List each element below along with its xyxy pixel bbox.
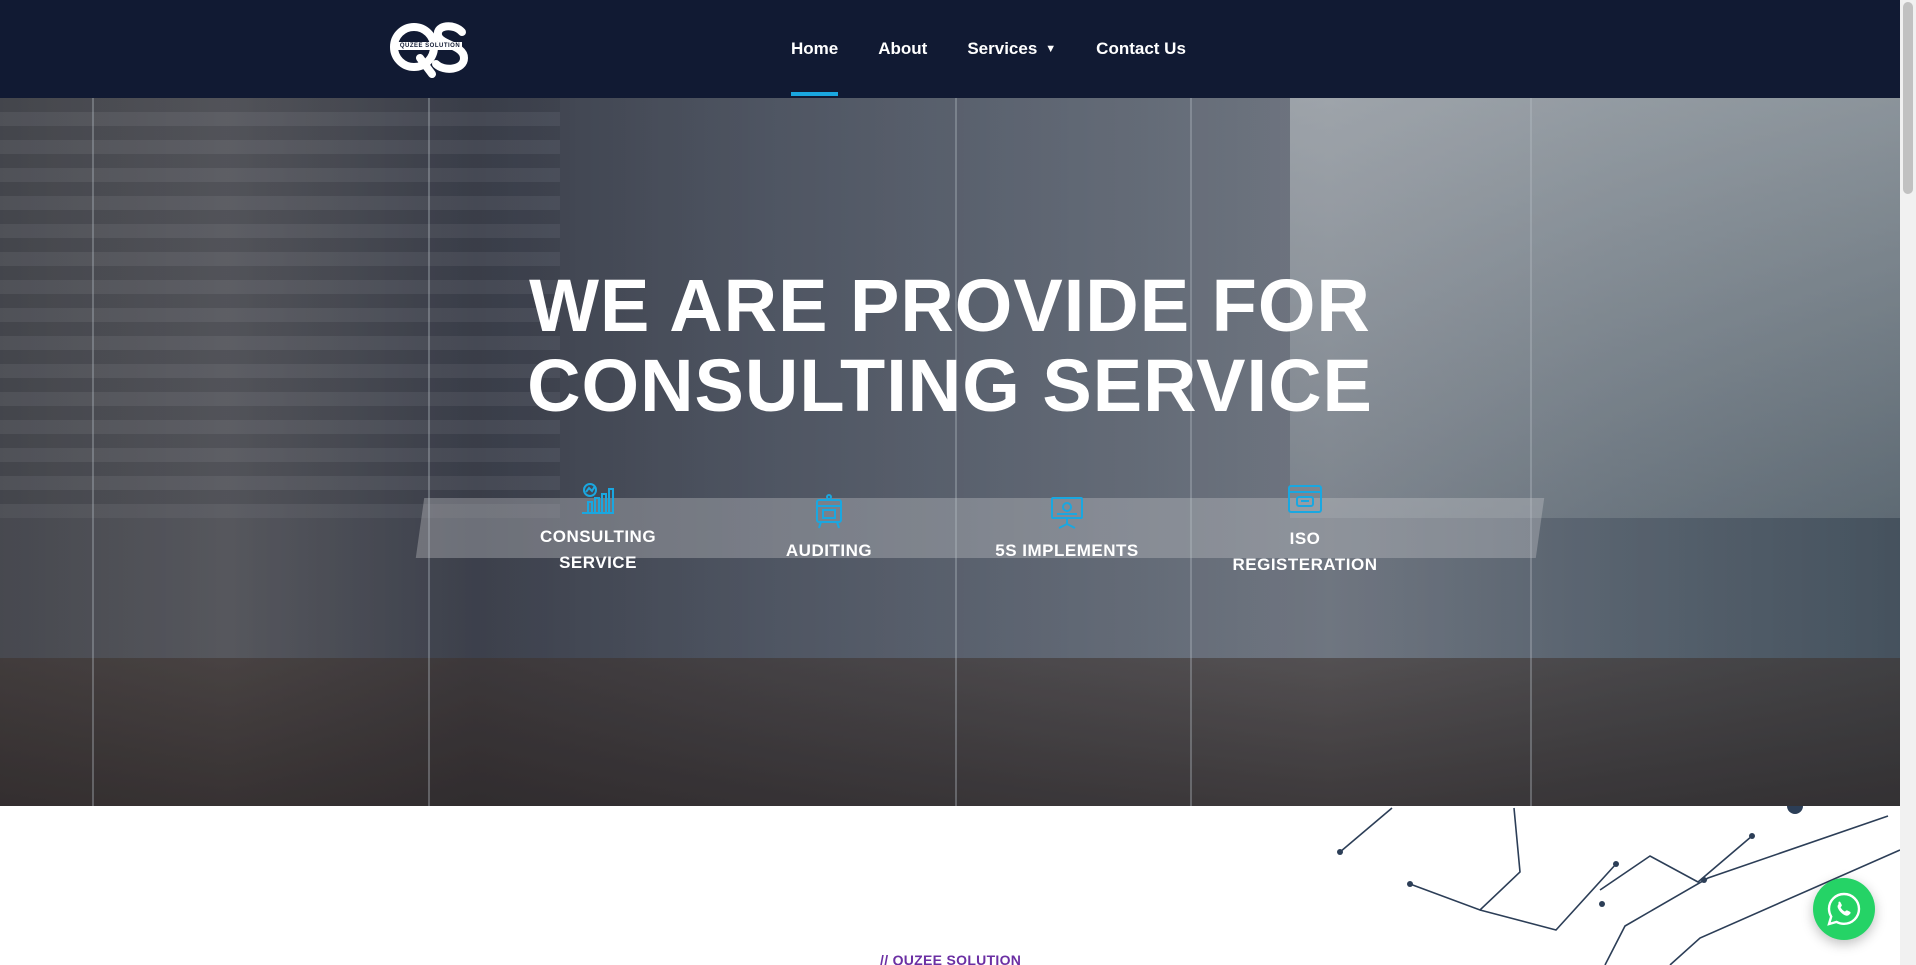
hero-title: WE ARE PROVIDE FOR CONSULTING SERVICE <box>400 266 1500 426</box>
logo-wordmark: QUZEE SOLUTION <box>398 42 462 50</box>
scrollbar-thumb[interactable] <box>1903 2 1913 194</box>
feature-label: ISO REGISTERATION <box>1215 526 1395 578</box>
feature-label-line-2: REGISTERATION <box>1232 555 1378 574</box>
hero-section: WE ARE PROVIDE FOR CONSULTING SERVICE CO… <box>0 98 1900 806</box>
nav-about-label: About <box>878 39 928 58</box>
whatsapp-icon <box>1827 892 1861 926</box>
nav-contact[interactable]: Contact Us <box>1096 0 1186 98</box>
logo[interactable]: QUZEE SOLUTION <box>390 20 470 78</box>
feature-auditing[interactable]: AUDITING <box>739 494 919 564</box>
feature-label-line-1: ISO <box>1289 529 1321 548</box>
site-header: QUZEE SOLUTION Home About Services ▼ Cont… <box>0 0 1900 98</box>
nav-home[interactable]: Home <box>791 0 839 98</box>
feature-label-line-2: SERVICE <box>559 553 637 572</box>
section-eyebrow: // QUZEE SOLUTION <box>880 952 1022 965</box>
chart-growth-icon <box>582 483 614 514</box>
intro-section: // QUZEE SOLUTION <box>0 806 1900 965</box>
nav-services[interactable]: Services ▼ <box>967 0 1056 98</box>
circuit-lines-decoration <box>1337 806 1900 965</box>
nav-about[interactable]: About <box>878 0 927 98</box>
nav-home-label: Home <box>791 39 839 58</box>
feature-iso-registeration[interactable]: ISO REGISTERATION <box>1215 482 1395 578</box>
feature-label: CONSULTING SERVICE <box>508 524 688 576</box>
caret-down-icon: ▼ <box>1045 43 1057 55</box>
whatsapp-chat-button[interactable] <box>1813 878 1875 940</box>
feature-5s-implements[interactable]: 5S IMPLEMENTS <box>977 494 1157 564</box>
hero-overlay <box>0 98 1900 806</box>
feature-consulting-service[interactable]: CONSULTING SERVICE <box>508 480 688 576</box>
feature-label-line-1: CONSULTING <box>539 527 657 546</box>
main-nav: Home About Services ▼ Contact Us <box>791 0 1226 98</box>
hero-title-line-1: WE ARE PROVIDE FOR <box>529 264 1371 347</box>
hero-title-line-2: CONSULTING SERVICE <box>527 344 1373 427</box>
nav-contact-label: Contact Us <box>1096 39 1186 58</box>
audit-board-icon <box>816 494 842 529</box>
nav-services-label: Services <box>967 39 1038 58</box>
certificate-icon <box>1288 485 1322 513</box>
feature-label: AUDITING <box>785 541 873 560</box>
feature-label: 5S IMPLEMENTS <box>995 541 1139 560</box>
presentation-icon <box>1051 497 1083 529</box>
